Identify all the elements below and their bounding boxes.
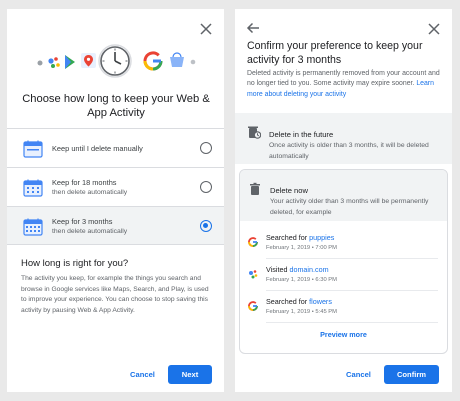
next-button[interactable]: Next [168,365,212,384]
confirm-description: Deleted activity is permanently removed … [247,69,442,100]
option-label: Keep for 18 months [52,178,117,187]
activity-meta: February 1, 2019 • 6:30 PM [266,277,337,283]
section-body: The activity you keep, for example the t… [21,275,209,314]
option-keep-18-months[interactable]: Keep for 18 months then delete automatic… [7,167,224,206]
section-heading: How long is right for you? [21,258,129,269]
close-icon[interactable] [427,22,441,36]
google-g-icon [248,237,258,247]
retention-choice-panel: Choose how long to keep your Web & App A… [7,9,224,392]
cancel-button[interactable]: Cancel [346,370,371,379]
now-title: Delete now [270,186,308,195]
activity-illustration [37,44,196,78]
activity-prefix: Searched for [266,233,308,242]
option-keep-3-months[interactable]: Keep for 3 months then delete automatica… [7,206,224,245]
divider [266,322,438,323]
calendar-icon [23,140,43,158]
option-label: Keep until I delete manually [52,144,143,153]
clock-icon [98,44,132,78]
activity-query: puppies [309,233,335,242]
activity-title: Searched for flowers [266,297,332,306]
trash-icon [250,182,260,195]
option-sublabel: then delete automatically [52,189,128,196]
option-radio-selected[interactable] [200,220,212,232]
activity-query: domain.com [289,265,329,274]
assistant-icon [48,57,60,68]
auto-delete-icon [248,126,261,139]
activity-title: Visited domain.com [266,265,329,274]
back-arrow-icon[interactable] [245,20,261,36]
option-keep-manual[interactable]: Keep until I delete manually [7,128,224,167]
page-title: Choose how long to keep your Web & App A… [22,93,210,119]
close-icon[interactable] [199,22,213,36]
activity-prefix: Visited [266,265,288,274]
activity-item[interactable]: Searched for puppies February 1, 2019 • … [240,227,447,257]
calendar-icon [23,218,43,236]
activity-meta: February 1, 2019 • 5:45 PM [266,309,337,315]
confirm-title: Confirm your preference to keep your act… [247,40,423,66]
assistant-icon [249,270,258,279]
delete-future-section: Delete in the future Once activity is ol… [235,113,452,164]
future-title: Delete in the future [269,130,334,139]
confirm-panel: Confirm your preference to keep your act… [235,9,452,392]
google-g-icon [143,51,163,71]
play-store-icon [65,55,75,69]
activity-item[interactable]: Searched for flowers February 1, 2019 • … [240,291,447,321]
cancel-button[interactable]: Cancel [130,370,155,379]
delete-now-card: Delete now Your activity older than 3 mo… [239,169,448,354]
description-text: Deleted activity is permanently removed … [247,70,440,88]
option-radio[interactable] [200,181,212,193]
delete-now-header: Delete now Your activity older than 3 mo… [240,170,447,221]
option-radio[interactable] [200,142,212,154]
maps-icon [81,53,96,68]
activity-title: Searched for puppies [266,233,334,242]
now-body: Your activity older than 3 months will b… [270,198,429,216]
future-body: Once activity is older than 3 months, it… [269,142,429,160]
calendar-icon [23,179,43,197]
option-sublabel: then delete automatically [52,228,128,235]
activity-prefix: Searched for [266,297,308,306]
shopping-icon [170,52,184,67]
activity-meta: February 1, 2019 • 7:00 PM [266,245,337,251]
activity-query: flowers [309,297,332,306]
preview-more-button[interactable]: Preview more [240,330,447,339]
option-label: Keep for 3 months [52,217,113,226]
google-g-icon [248,301,258,311]
activity-item[interactable]: Visited domain.com February 1, 2019 • 6:… [240,259,447,289]
confirm-button[interactable]: Confirm [384,365,439,384]
